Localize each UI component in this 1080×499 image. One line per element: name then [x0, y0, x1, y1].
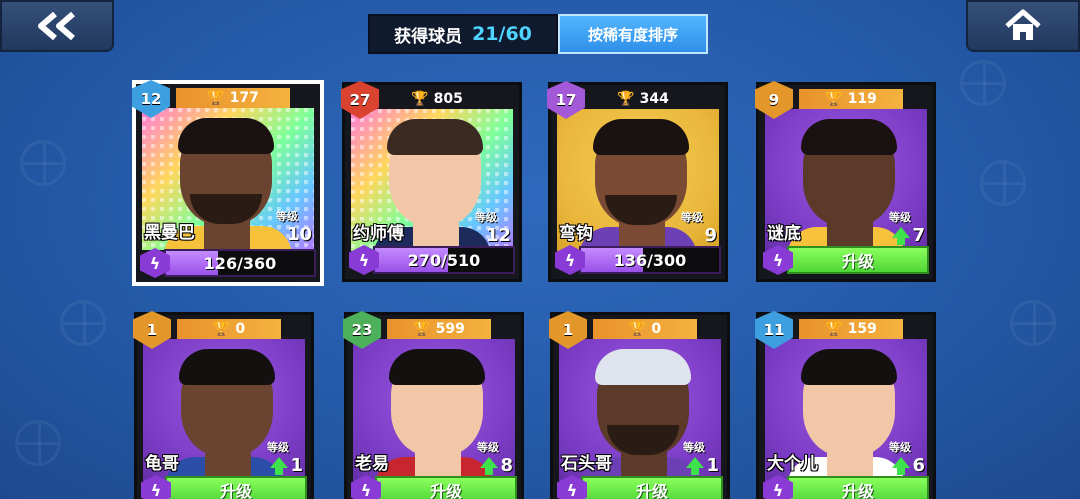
player-card[interactable]: 🏆 119 9 谜底 等级 7 ϟ 升级 [755, 81, 936, 282]
level-label: 等级 [276, 210, 298, 223]
card-progress-row: ϟ 升级 [141, 475, 307, 499]
double-chevron-left-icon [38, 11, 75, 41]
level-block: 等级 1 [253, 439, 303, 476]
trophy-icon: 🏆 [617, 91, 635, 107]
upgrade-button[interactable]: 升级 [375, 476, 517, 499]
collection-header: 获得球员 21/60 按稀有度排序 [368, 14, 708, 54]
upgrade-arrow-icon [892, 227, 911, 245]
level-label: 等级 [683, 441, 705, 454]
trophy-count: 🏆 599 [387, 319, 491, 339]
trophy-icon: 🏆 [628, 321, 647, 337]
level-block: 等级 7 [875, 209, 925, 246]
player-card[interactable]: 🏆 0 1 龟哥 等级 1 ϟ 升级 [133, 311, 314, 499]
upgrade-button[interactable]: 升级 [581, 476, 723, 499]
level-label: 等级 [889, 441, 911, 454]
trophy-icon: 🏆 [413, 321, 431, 337]
trophy-value: 0 [235, 321, 246, 337]
level-value: 6 [912, 455, 925, 476]
trophy-value: 805 [433, 91, 463, 107]
level-value: 10 [286, 224, 312, 245]
trophy-count: 🏆 805 [385, 89, 489, 109]
card-progress-bar: 126/360 [164, 249, 316, 277]
trophy-count: 🏆 344 [591, 89, 695, 109]
card-progress-row: ϟ 升级 [763, 245, 929, 275]
level-value: 1 [706, 455, 719, 476]
player-card[interactable]: 🏆 0 1 石头哥 等级 1 ϟ 升级 [549, 311, 730, 499]
card-progress-bar: 270/510 [373, 246, 515, 274]
trophy-count: 🏆 0 [593, 319, 697, 339]
level-block: 等级 12 [461, 209, 511, 246]
level-block: 等级 1 [669, 439, 719, 476]
card-progress-row: ϟ 升级 [763, 475, 929, 499]
player-card[interactable]: 🏆 805 27 约师傅 等级 12 ϟ 270/510 [341, 81, 522, 282]
level-block: 等级 6 [875, 439, 925, 476]
trophy-icon: 🏆 [411, 91, 429, 107]
card-progress-row: ϟ 126/360 [140, 248, 316, 278]
trophy-count: 🏆 119 [799, 89, 903, 109]
upgrade-button[interactable]: 升级 [787, 476, 929, 499]
trophy-value: 177 [229, 90, 259, 106]
back-button[interactable] [0, 0, 114, 52]
level-value: 12 [485, 225, 511, 246]
level-value: 8 [500, 455, 513, 476]
trophy-count: 🏆 0 [177, 319, 281, 339]
card-progress-row: ϟ 升级 [557, 475, 723, 499]
trophy-value: 599 [435, 321, 465, 337]
player-name: 石头哥 [561, 454, 612, 474]
upgrade-arrow-icon [480, 457, 499, 475]
level-label: 等级 [889, 211, 911, 224]
level-value: 7 [912, 225, 925, 246]
home-icon [1005, 9, 1041, 40]
card-progress-row: ϟ 270/510 [349, 245, 515, 275]
player-name: 弯钩 [559, 224, 593, 244]
level-block: 等级 9 [667, 209, 717, 246]
level-value: 9 [704, 225, 717, 246]
trophy-count: 🏆 159 [799, 319, 903, 339]
player-name: 大个儿 [767, 454, 818, 474]
trophy-icon: 🏆 [825, 321, 843, 337]
trophy-value: 119 [847, 91, 877, 107]
trophy-value: 0 [651, 321, 662, 337]
player-card[interactable]: 🏆 159 11 大个儿 等级 6 ϟ 升级 [755, 311, 936, 499]
card-progress-row: ϟ 升级 [351, 475, 517, 499]
trophy-icon: 🏆 [207, 90, 225, 106]
trophy-value: 159 [847, 321, 877, 337]
upgrade-button[interactable]: 升级 [165, 476, 307, 499]
trophy-count: 🏆 177 [176, 88, 290, 108]
player-name: 龟哥 [145, 454, 179, 474]
player-card[interactable]: 🏆 177 12 黑曼巴 等级 10 ϟ 126/360 [132, 80, 324, 286]
collected-value: 21/60 [472, 23, 532, 45]
level-value: 1 [290, 455, 303, 476]
sort-by-rarity-button[interactable]: 按稀有度排序 [558, 14, 708, 54]
level-label: 等级 [267, 441, 289, 454]
upgrade-button[interactable]: 升级 [787, 246, 929, 274]
level-block: 等级 8 [463, 439, 513, 476]
upgrade-arrow-icon [270, 457, 289, 475]
player-name: 约师傅 [353, 224, 404, 244]
collected-label: 获得球员 [394, 26, 463, 47]
upgrade-arrow-icon [686, 457, 705, 475]
trophy-icon: 🏆 [825, 91, 843, 107]
level-label: 等级 [475, 211, 497, 224]
home-button[interactable] [966, 0, 1080, 52]
player-name: 老易 [355, 454, 389, 474]
card-progress-bar: 136/300 [579, 246, 721, 274]
level-label: 等级 [477, 441, 499, 454]
player-card[interactable]: 🏆 599 23 老易 等级 8 ϟ 升级 [343, 311, 524, 499]
player-card[interactable]: 🏆 344 17 弯钩 等级 9 ϟ 136/300 [547, 81, 728, 282]
progress-text: 270/510 [407, 250, 481, 270]
player-name: 谜底 [767, 224, 801, 244]
trophy-icon: 🏆 [212, 321, 231, 337]
progress-text: 136/300 [613, 250, 687, 270]
collected-count: 获得球员 21/60 [368, 14, 558, 54]
level-label: 等级 [681, 211, 703, 224]
trophy-value: 344 [639, 91, 669, 107]
card-progress-row: ϟ 136/300 [555, 245, 721, 275]
level-block: 等级 10 [262, 208, 312, 245]
player-name: 黑曼巴 [144, 223, 195, 243]
upgrade-arrow-icon [892, 457, 911, 475]
progress-text: 126/360 [203, 253, 277, 273]
